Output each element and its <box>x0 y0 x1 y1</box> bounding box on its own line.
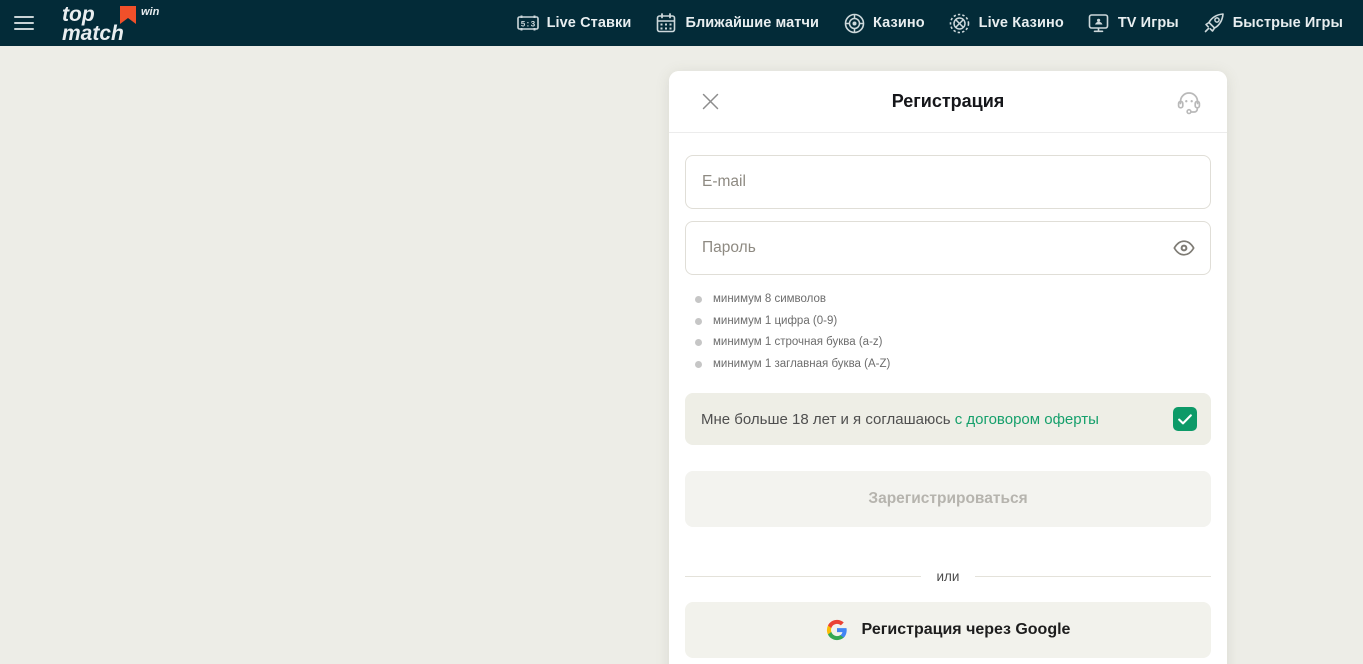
nav-item-live-casino[interactable]: Live Казино <box>937 0 1076 46</box>
password-input[interactable] <box>685 221 1211 275</box>
terms-text: Мне больше 18 лет и я соглашаюсь с догов… <box>701 411 1099 428</box>
nav-item-upcoming-matches[interactable]: Ближайшие матчи <box>643 0 831 46</box>
hamburger-bar <box>14 22 34 24</box>
divider-label: или <box>937 569 960 584</box>
nav-item-live-bets[interactable]: 5:3 Live Ставки <box>505 0 644 46</box>
rocket-icon <box>1203 12 1225 34</box>
terms-checkbox[interactable] <box>1173 407 1197 431</box>
eye-icon[interactable] <box>1171 235 1197 261</box>
nav-item-label: Live Казино <box>979 15 1064 31</box>
primary-nav: 5:3 Live Ставки Бли <box>505 0 1363 46</box>
modal-title: Регистрация <box>892 91 1005 112</box>
tv-monitor-icon <box>1088 12 1110 34</box>
password-rule-text: минимум 1 цифра (0-9) <box>713 316 837 328</box>
password-rule-item: минимум 8 символов <box>695 289 1211 311</box>
hamburger-bar <box>14 16 34 18</box>
nav-item-casino[interactable]: Казино <box>831 0 937 46</box>
password-field-wrapper <box>685 221 1211 275</box>
bullet-dot-icon <box>695 296 702 303</box>
calendar-icon <box>655 12 677 34</box>
logo-match-text: match <box>62 22 124 43</box>
google-register-button[interactable]: Регистрация через Google <box>685 602 1211 658</box>
password-rule-text: минимум 1 заглавная буква (A-Z) <box>713 359 890 371</box>
nav-item-label: Быстрые Игры <box>1233 15 1343 31</box>
google-g-icon <box>826 619 848 641</box>
headset-support-icon[interactable] <box>1175 88 1203 116</box>
live-casino-chip-icon <box>949 12 971 34</box>
checkmark-icon <box>1178 414 1192 425</box>
password-rule-item: минимум 1 цифра (0-9) <box>695 311 1211 333</box>
bullet-dot-icon <box>695 339 702 346</box>
password-rule-text: минимум 8 символов <box>713 294 826 306</box>
bullet-dot-icon <box>695 318 702 325</box>
scoreboard-icon: 5:3 <box>517 12 539 34</box>
bullet-dot-icon <box>695 361 702 368</box>
logo-win-text: win <box>141 6 160 18</box>
nav-item-tv-games[interactable]: TV Игры <box>1076 0 1191 46</box>
scoreboard-score-text: 5:3 <box>520 21 535 30</box>
top-navigation-bar: top win match 5:3 Live Ставки <box>0 0 1363 46</box>
email-field-wrapper <box>685 155 1211 209</box>
nav-item-label: TV Игры <box>1118 15 1179 31</box>
modal-body: минимум 8 символов минимум 1 цифра (0-9)… <box>669 133 1227 664</box>
hamburger-menu-icon[interactable] <box>14 16 34 30</box>
registration-modal: Регистрация <box>669 71 1227 664</box>
nav-item-label: Ближайшие матчи <box>685 15 819 31</box>
divider-line-right <box>975 576 1211 577</box>
nav-item-label: Казино <box>873 15 925 31</box>
close-x-icon[interactable] <box>697 89 723 115</box>
password-rule-text: минимум 1 строчная буква (a-z) <box>713 337 883 349</box>
modal-header: Регистрация <box>669 71 1227 133</box>
nav-item-fast-games[interactable]: Быстрые Игры <box>1191 0 1355 46</box>
password-rules-list: минимум 8 символов минимум 1 цифра (0-9)… <box>695 289 1211 375</box>
register-submit-button[interactable]: Зарегистрироваться <box>685 471 1211 527</box>
offer-agreement-link[interactable]: с договором оферты <box>955 411 1099 428</box>
terms-static-text: Мне больше 18 лет и я соглашаюсь <box>701 411 955 428</box>
casino-chip-icon <box>843 12 865 34</box>
page-content: Регистрация <box>0 46 1363 664</box>
divider-line-left <box>685 576 921 577</box>
logo-graphic: top win match <box>62 3 170 43</box>
or-divider: или <box>685 569 1211 584</box>
site-logo[interactable]: top win match <box>62 3 170 43</box>
hamburger-bar <box>14 28 34 30</box>
google-button-label: Регистрация через Google <box>862 621 1071 639</box>
password-rule-item: минимум 1 строчная буква (a-z) <box>695 332 1211 354</box>
email-input[interactable] <box>685 155 1211 209</box>
nav-item-label: Live Ставки <box>547 15 632 31</box>
terms-agreement-row: Мне больше 18 лет и я соглашаюсь с догов… <box>685 393 1211 445</box>
password-rule-item: минимум 1 заглавная буква (A-Z) <box>695 354 1211 376</box>
